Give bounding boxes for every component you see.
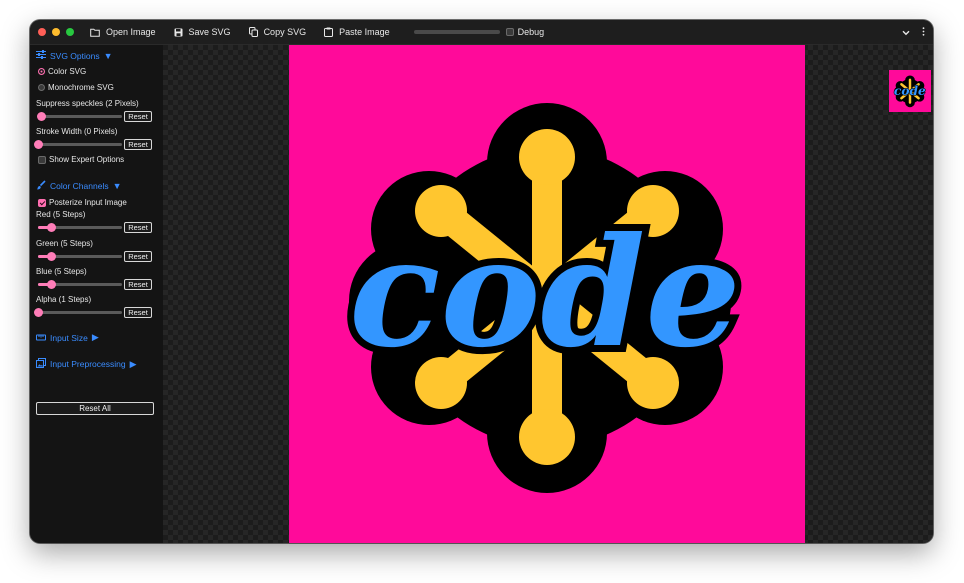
- monochrome-svg-label: Monochrome SVG: [48, 83, 114, 92]
- alpha-label: Alpha (1 Steps): [36, 295, 92, 304]
- copy-svg-button[interactable]: Copy SVG: [248, 27, 307, 37]
- brush-icon: [36, 180, 46, 192]
- sliders-icon: [36, 50, 46, 61]
- collapsed-triangle-icon: ▶: [129, 358, 137, 369]
- show-expert-checkbox[interactable]: [38, 155, 46, 164]
- green-slider[interactable]: [38, 252, 122, 261]
- open-image-label: Open Image: [106, 27, 156, 37]
- thumbnail-logo: code: [893, 75, 927, 108]
- app-window: Open Image Save SVG Copy SVG Paste Image…: [30, 20, 933, 543]
- color-channels-header[interactable]: Color Channels ▼: [36, 180, 122, 192]
- posterize-checkbox[interactable]: [38, 198, 46, 207]
- color-svg-radio[interactable]: [38, 68, 45, 75]
- reset-all-button[interactable]: Reset All: [36, 402, 154, 415]
- svg-preview[interactable]: code: [289, 45, 805, 543]
- slider-knob[interactable]: [34, 308, 43, 317]
- green-reset-button[interactable]: Reset: [124, 251, 152, 262]
- red-label: Red (5 Steps): [36, 210, 86, 219]
- ruler-icon: [36, 333, 46, 343]
- floppy-disk-icon: [174, 28, 183, 37]
- zoom-window-button[interactable]: [66, 28, 74, 36]
- minimize-window-button[interactable]: [52, 28, 60, 36]
- progress-bar: [413, 30, 500, 34]
- svg-options-title: SVG Options: [50, 50, 100, 61]
- paste-image-button[interactable]: Paste Image: [324, 27, 390, 37]
- posterize-label: Posterize Input Image: [49, 198, 127, 207]
- debug-toggle[interactable]: Debug: [505, 27, 545, 37]
- alpha-slider[interactable]: [34, 308, 122, 317]
- input-preprocessing-title: Input Preprocessing: [50, 359, 126, 369]
- collapsed-triangle-icon: ▶: [91, 332, 99, 342]
- expanded-triangle-icon: ▼: [112, 181, 122, 191]
- input-size-title: Input Size: [50, 332, 88, 343]
- red-reset-button[interactable]: Reset: [124, 222, 152, 233]
- slider-knob[interactable]: [46, 223, 56, 232]
- suppress-speckles-slider[interactable]: [37, 112, 122, 121]
- toolbar: Open Image Save SVG Copy SVG Paste Image…: [30, 20, 933, 45]
- blue-slider[interactable]: [38, 280, 122, 289]
- preview-canvas[interactable]: code code: [163, 45, 933, 543]
- color-svg-option[interactable]: Color SVG: [38, 67, 86, 76]
- debug-checkbox[interactable]: [505, 28, 514, 36]
- copy-icon: [248, 27, 258, 37]
- open-image-button[interactable]: Open Image: [90, 27, 156, 37]
- expanded-triangle-icon: ▼: [103, 50, 113, 61]
- save-svg-label: Save SVG: [188, 27, 231, 37]
- thumbnail-code-text: code: [894, 84, 926, 98]
- close-window-button[interactable]: [38, 28, 46, 36]
- save-svg-button[interactable]: Save SVG: [174, 27, 231, 37]
- posterize-option[interactable]: Posterize Input Image: [38, 198, 127, 207]
- monochrome-svg-radio[interactable]: [38, 84, 45, 91]
- sidebar: SVG Options ▼ Color SVG Monochrome SVG S…: [30, 45, 163, 543]
- paste-image-label: Paste Image: [339, 27, 390, 37]
- folder-icon: [90, 28, 100, 37]
- color-svg-label: Color SVG: [48, 67, 87, 76]
- green-label: Green (5 Steps): [36, 239, 93, 248]
- window-controls: [38, 28, 74, 36]
- show-expert-label: Show Expert Options: [49, 155, 125, 164]
- logo-code-text: code: [349, 205, 741, 381]
- chevron-down-icon[interactable]: [902, 23, 910, 41]
- toolbar-right: [902, 23, 925, 41]
- slider-knob[interactable]: [46, 280, 56, 289]
- monochrome-svg-option[interactable]: Monochrome SVG: [38, 83, 114, 92]
- svg-options-header[interactable]: SVG Options ▼: [36, 50, 113, 61]
- blue-reset-button[interactable]: Reset: [124, 279, 152, 290]
- color-channels-title: Color Channels: [50, 181, 109, 191]
- suppress-speckles-reset-button[interactable]: Reset: [124, 111, 152, 122]
- clipboard-icon: [324, 27, 334, 37]
- slider-knob[interactable]: [37, 112, 47, 121]
- alpha-reset-button[interactable]: Reset: [124, 307, 152, 318]
- vertical-ellipsis-icon[interactable]: [922, 23, 925, 41]
- stroke-width-label: Stroke Width (0 Pixels): [36, 127, 118, 136]
- image-thumbnail[interactable]: code: [889, 70, 931, 112]
- code-logo-artwork: code: [342, 103, 748, 493]
- stroke-width-reset-button[interactable]: Reset: [124, 139, 152, 150]
- red-slider[interactable]: [38, 223, 122, 232]
- show-expert-options[interactable]: Show Expert Options: [38, 155, 124, 164]
- slider-knob[interactable]: [34, 140, 43, 149]
- debug-label: Debug: [517, 27, 545, 37]
- stroke-width-slider[interactable]: [34, 140, 122, 149]
- copy-svg-label: Copy SVG: [263, 27, 307, 37]
- suppress-speckles-label: Suppress speckles (2 Pixels): [36, 99, 139, 108]
- blue-label: Blue (5 Steps): [36, 267, 87, 276]
- image-stack-icon: [36, 358, 46, 370]
- input-preprocessing-header[interactable]: Input Preprocessing ▶: [36, 358, 137, 370]
- slider-knob[interactable]: [46, 252, 56, 261]
- input-size-header[interactable]: Input Size ▶: [36, 332, 99, 343]
